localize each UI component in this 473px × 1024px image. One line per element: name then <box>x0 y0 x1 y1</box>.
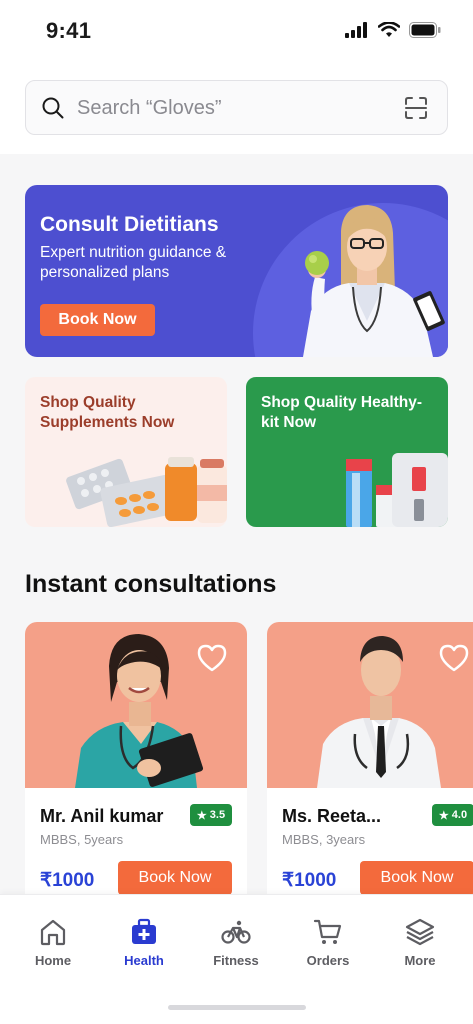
doctor-card[interactable]: Mr. Anil kumar ★ 3.5 MBBS, 5years ₹1000 … <box>25 622 247 912</box>
nav-label-fitness: Fitness <box>213 953 259 968</box>
supplements-promo-title: Shop Quality Supplements Now <box>40 394 175 431</box>
healthy-kit-promo-title: Shop Quality Healthy-kit Now <box>261 394 423 431</box>
doctor-qualification: MBBS, 5years <box>40 832 124 847</box>
doctor-qualification: MBBS, 3years <box>282 832 366 847</box>
healthy-kit-promo-card[interactable]: Shop Quality Healthy-kit Now <box>246 377 448 527</box>
nav-label-more: More <box>404 953 436 968</box>
book-now-button[interactable]: Book Now <box>360 861 473 895</box>
medical-kit-icon <box>132 918 156 944</box>
nav-item-more[interactable]: More <box>380 917 460 968</box>
supplements-promo-card[interactable]: Shop Quality Supplements Now <box>25 377 227 527</box>
status-time: 9:41 <box>46 18 92 43</box>
search-input[interactable]: Search “Gloves” <box>25 80 448 135</box>
wifi-icon <box>378 22 400 37</box>
doctor-price: ₹1000 <box>40 870 95 891</box>
dietitian-banner[interactable]: Consult Dietitians Expert nutrition guid… <box>25 185 448 357</box>
doctor-name: Ms. Reeta... <box>282 806 382 826</box>
scan-icon[interactable] <box>405 97 427 119</box>
instant-consultations-title: Instant consultations <box>25 570 277 598</box>
banner-title: Consult Dietitians <box>40 213 219 236</box>
nav-item-fitness[interactable]: Fitness <box>196 917 276 968</box>
search-placeholder: Search “Gloves” <box>77 97 222 119</box>
banner-book-now-button[interactable]: Book Now <box>40 304 155 336</box>
favorite-heart-icon[interactable] <box>439 644 469 672</box>
rating-badge: ★ 4.0 <box>432 804 473 826</box>
rating-value: 4.0 <box>451 809 468 821</box>
doctor-price: ₹1000 <box>282 870 337 891</box>
status-bar: 9:41 <box>0 0 473 62</box>
nav-label-health: Health <box>124 953 164 968</box>
search-section: Search “Gloves” <box>0 62 473 154</box>
status-icons <box>345 22 441 38</box>
favorite-heart-icon[interactable] <box>197 644 227 672</box>
doctor-name: Mr. Anil kumar <box>40 806 164 826</box>
battery-icon <box>409 22 441 38</box>
rating-value: 3.5 <box>209 809 226 821</box>
search-icon <box>42 97 64 119</box>
doctor-card[interactable]: Ms. Reeta... ★ 4.0 MBBS, 3years ₹1000 Bo… <box>267 622 473 912</box>
layers-icon <box>405 918 435 946</box>
nav-label-orders: Orders <box>306 953 350 968</box>
home-indicator <box>168 1005 306 1010</box>
bicycle-icon <box>221 920 251 944</box>
cellular-signal-icon <box>345 22 367 38</box>
star-icon: ★ <box>196 809 207 822</box>
nav-item-orders[interactable]: Orders <box>288 917 368 968</box>
home-icon <box>40 919 66 946</box>
nav-label-home: Home <box>34 953 72 968</box>
banner-subtitle: Expert nutrition guidance & personalized… <box>40 244 227 281</box>
star-icon: ★ <box>438 809 449 822</box>
rating-badge: ★ 3.5 <box>190 804 232 826</box>
bottom-navigation: Home Health Fitness Orders More <box>0 894 473 1024</box>
cart-icon <box>313 919 342 944</box>
book-now-button[interactable]: Book Now <box>118 861 232 895</box>
nav-item-health[interactable]: Health <box>104 917 184 968</box>
nav-item-home[interactable]: Home <box>13 917 93 968</box>
dietitian-illustration <box>303 205 445 357</box>
